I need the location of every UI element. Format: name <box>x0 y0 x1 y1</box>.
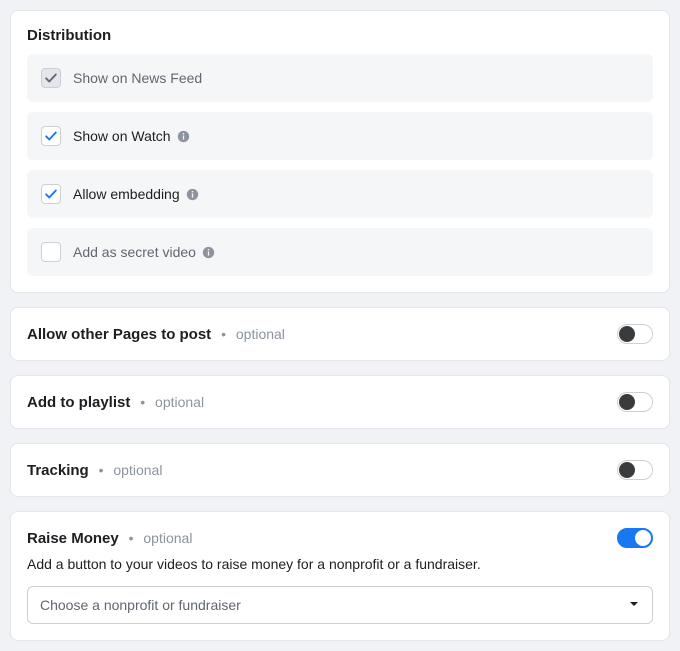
checkbox-secret[interactable] <box>41 242 61 262</box>
info-icon[interactable] <box>202 245 216 259</box>
checkbox-watch[interactable] <box>41 126 61 146</box>
fundraiser-select[interactable]: Choose a nonprofit or fundraiser <box>27 586 653 624</box>
separator-dot: • <box>221 326 226 342</box>
row-header: Allow other Pages to post • optional <box>27 324 653 344</box>
row-title: Allow other Pages to post <box>27 326 211 343</box>
optional-label: optional <box>113 462 162 478</box>
distribution-card: Distribution Show on News Feed Show on W… <box>10 10 670 293</box>
checkbox-label: Allow embedding <box>73 186 180 202</box>
info-icon[interactable] <box>186 187 200 201</box>
separator-dot: • <box>129 530 134 546</box>
checkbox-label: Add as secret video <box>73 244 196 260</box>
allow-other-pages-card: Allow other Pages to post • optional <box>10 307 670 361</box>
distribution-title: Distribution <box>27 27 653 44</box>
row-header: Raise Money • optional <box>27 528 653 548</box>
raise-money-description: Add a button to your videos to raise mon… <box>27 556 653 572</box>
distribution-item-embedding[interactable]: Allow embedding <box>27 170 653 218</box>
tracking-card: Tracking • optional <box>10 443 670 497</box>
row-header: Add to playlist • optional <box>27 392 653 412</box>
select-placeholder: Choose a nonprofit or fundraiser <box>40 597 241 613</box>
row-title-wrap: Raise Money • optional <box>27 530 192 547</box>
add-to-playlist-card: Add to playlist • optional <box>10 375 670 429</box>
optional-label: optional <box>236 326 285 342</box>
row-title: Raise Money <box>27 530 119 547</box>
row-title-wrap: Allow other Pages to post • optional <box>27 326 285 343</box>
separator-dot: • <box>140 394 145 410</box>
checkbox-embedding[interactable] <box>41 184 61 204</box>
raise-money-card: Raise Money • optional Add a button to y… <box>10 511 670 641</box>
tracking-toggle[interactable] <box>617 460 653 480</box>
raise-money-toggle[interactable] <box>617 528 653 548</box>
row-title-wrap: Tracking • optional <box>27 462 162 479</box>
chevron-down-icon <box>628 597 640 613</box>
separator-dot: • <box>99 462 104 478</box>
allow-other-pages-toggle[interactable] <box>617 324 653 344</box>
distribution-item-news-feed: Show on News Feed <box>27 54 653 102</box>
checkbox-label: Show on News Feed <box>73 70 202 86</box>
row-title: Add to playlist <box>27 394 130 411</box>
optional-label: optional <box>155 394 204 410</box>
optional-label: optional <box>143 530 192 546</box>
checkbox-label: Show on Watch <box>73 128 171 144</box>
info-icon[interactable] <box>177 129 191 143</box>
row-title: Tracking <box>27 462 89 479</box>
add-to-playlist-toggle[interactable] <box>617 392 653 412</box>
distribution-item-secret[interactable]: Add as secret video <box>27 228 653 276</box>
checkbox-news-feed <box>41 68 61 88</box>
row-header: Tracking • optional <box>27 460 653 480</box>
row-title-wrap: Add to playlist • optional <box>27 394 204 411</box>
distribution-item-watch[interactable]: Show on Watch <box>27 112 653 160</box>
